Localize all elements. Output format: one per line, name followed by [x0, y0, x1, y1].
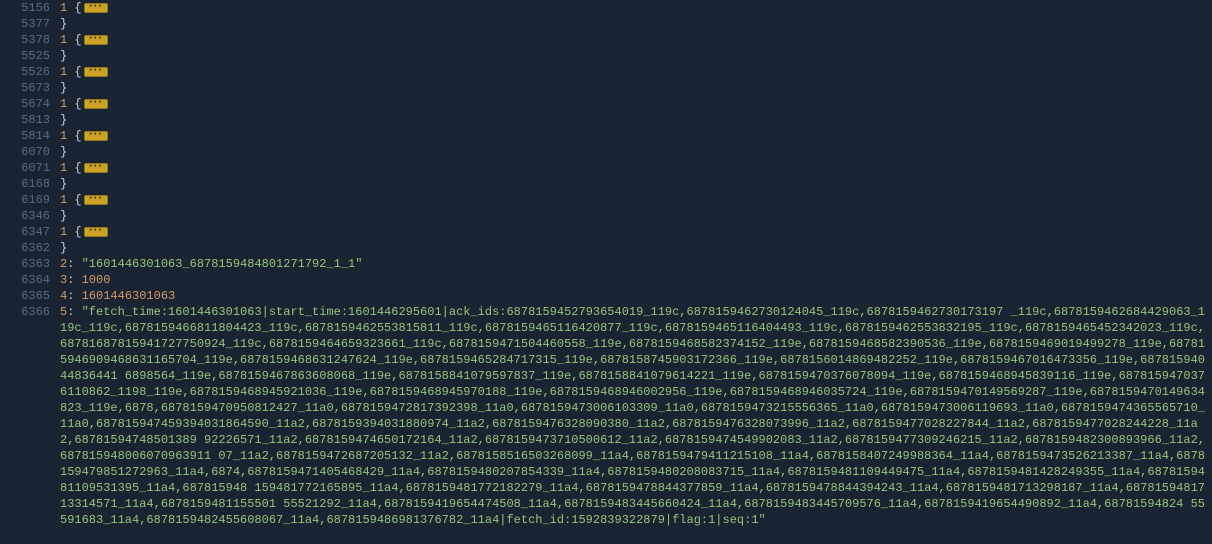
- line-number[interactable]: 5377: [0, 16, 60, 32]
- code-line: 5813}: [0, 112, 1212, 128]
- code-line: 5673}: [0, 80, 1212, 96]
- close-brace: }: [60, 81, 67, 95]
- line-number[interactable]: 6363: [0, 256, 60, 272]
- open-brace: {: [74, 97, 81, 111]
- code-line: 6070}: [0, 144, 1212, 160]
- code-content[interactable]: }: [60, 240, 1212, 256]
- code-content[interactable]: }: [60, 208, 1212, 224]
- close-brace: }: [60, 145, 67, 159]
- fold-marker-icon[interactable]: [84, 35, 108, 45]
- line-number[interactable]: 5814: [0, 128, 60, 144]
- code-line: [0, 528, 1212, 544]
- close-brace: }: [60, 113, 67, 127]
- fold-marker-icon[interactable]: [84, 67, 108, 77]
- code-line: 58141 {: [0, 128, 1212, 144]
- line-number[interactable]: 6346: [0, 208, 60, 224]
- open-brace: {: [74, 193, 81, 207]
- close-brace: }: [60, 17, 67, 31]
- code-line: 55261 {: [0, 64, 1212, 80]
- code-content[interactable]: }: [60, 176, 1212, 192]
- code-content[interactable]: 4: 1601446301063: [60, 288, 1212, 304]
- line-number[interactable]: 5673: [0, 80, 60, 96]
- code-content[interactable]: }: [60, 48, 1212, 64]
- code-content[interactable]: 1 {: [60, 224, 1212, 240]
- line-number[interactable]: 6169: [0, 192, 60, 208]
- code-content[interactable]: 1 {: [60, 128, 1212, 144]
- line-number[interactable]: 5526: [0, 64, 60, 80]
- code-content[interactable]: }: [60, 112, 1212, 128]
- value-number: 1601446301063: [82, 289, 176, 303]
- open-brace: {: [74, 1, 81, 15]
- code-line: 56741 {: [0, 96, 1212, 112]
- code-line: 61691 {: [0, 192, 1212, 208]
- code-content[interactable]: }: [60, 144, 1212, 160]
- line-number[interactable]: 6071: [0, 160, 60, 176]
- open-brace: {: [74, 129, 81, 143]
- line-number[interactable]: 6347: [0, 224, 60, 240]
- code-line: 63643: 1000: [0, 272, 1212, 288]
- fold-marker-icon[interactable]: [84, 99, 108, 109]
- line-number[interactable]: 6168: [0, 176, 60, 192]
- value-string: "1601446301063_6878159484801271792_1_1": [82, 257, 363, 271]
- code-line: 63654: 1601446301063: [0, 288, 1212, 304]
- open-brace: {: [74, 161, 81, 175]
- value-number: 1000: [82, 273, 111, 287]
- line-number[interactable]: 6070: [0, 144, 60, 160]
- open-brace: {: [74, 33, 81, 47]
- code-line: 6168}: [0, 176, 1212, 192]
- line-number[interactable]: 5813: [0, 112, 60, 128]
- code-content[interactable]: 5: "fetch_time:1601446301063|start_time:…: [60, 304, 1212, 528]
- code-line: 60711 {: [0, 160, 1212, 176]
- code-line: 63665: "fetch_time:1601446301063|start_t…: [0, 304, 1212, 528]
- code-content[interactable]: 1 {: [60, 32, 1212, 48]
- code-line: 6346}: [0, 208, 1212, 224]
- code-line: 63632: "1601446301063_687815948480127179…: [0, 256, 1212, 272]
- open-brace: {: [74, 65, 81, 79]
- code-line: 51561 {: [0, 0, 1212, 16]
- code-content[interactable]: }: [60, 80, 1212, 96]
- code-line: 5377}: [0, 16, 1212, 32]
- value-string: "fetch_time:1601446301063|start_time:160…: [60, 305, 1205, 527]
- line-number[interactable]: 5674: [0, 96, 60, 112]
- code-content[interactable]: 1 {: [60, 64, 1212, 80]
- code-content[interactable]: 1 {: [60, 0, 1212, 16]
- fold-marker-icon[interactable]: [84, 163, 108, 173]
- code-content[interactable]: }: [60, 16, 1212, 32]
- code-line: 63471 {: [0, 224, 1212, 240]
- fold-marker-icon[interactable]: [84, 195, 108, 205]
- line-number[interactable]: 6364: [0, 272, 60, 288]
- code-editor: 51561 {5377}53781 {5525}55261 {5673}5674…: [0, 0, 1212, 544]
- line-number[interactable]: 5156: [0, 0, 60, 16]
- close-brace: }: [60, 49, 67, 63]
- code-content[interactable]: 1 {: [60, 160, 1212, 176]
- code-content[interactable]: 1 {: [60, 96, 1212, 112]
- line-number[interactable]: 6366: [0, 304, 60, 320]
- code-content[interactable]: 3: 1000: [60, 272, 1212, 288]
- close-brace: }: [60, 209, 67, 223]
- code-line: 5525}: [0, 48, 1212, 64]
- code-line: 53781 {: [0, 32, 1212, 48]
- line-number[interactable]: 6365: [0, 288, 60, 304]
- fold-marker-icon[interactable]: [84, 3, 108, 13]
- code-content[interactable]: 1 {: [60, 192, 1212, 208]
- code-content[interactable]: 2: "1601446301063_6878159484801271792_1_…: [60, 256, 1212, 272]
- line-number[interactable]: 5378: [0, 32, 60, 48]
- close-brace: }: [60, 241, 67, 255]
- line-number[interactable]: 5525: [0, 48, 60, 64]
- close-brace: }: [60, 177, 67, 191]
- fold-marker-icon[interactable]: [84, 131, 108, 141]
- line-number[interactable]: 6362: [0, 240, 60, 256]
- code-line: 6362}: [0, 240, 1212, 256]
- open-brace: {: [74, 225, 81, 239]
- fold-marker-icon[interactable]: [84, 227, 108, 237]
